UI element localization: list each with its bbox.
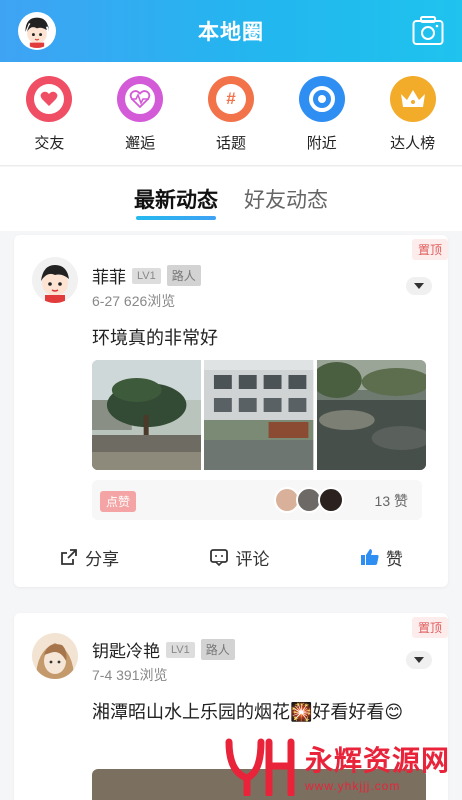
app-header: 本地圈 bbox=[0, 0, 462, 62]
category-topic[interactable]: # 话题 bbox=[191, 62, 271, 165]
feed-tabs: 最新动态 好友动态 bbox=[0, 167, 462, 231]
crown-icon bbox=[389, 76, 436, 122]
liker-avatars[interactable] bbox=[274, 487, 344, 513]
more-options-button[interactable] bbox=[406, 277, 432, 295]
role-badge: 路人 bbox=[200, 639, 235, 660]
like-tag[interactable]: 点赞 bbox=[100, 491, 137, 512]
share-button[interactable]: 分享 bbox=[59, 542, 119, 572]
watermark: 永辉资源网 www.yhkjjj.com bbox=[225, 736, 450, 796]
tab-latest[interactable]: 最新动态 bbox=[134, 184, 218, 220]
pinned-badge: 置顶 bbox=[411, 617, 448, 638]
heart-icon bbox=[26, 76, 73, 122]
photo-grid bbox=[92, 360, 426, 470]
comment-label: 评论 bbox=[235, 549, 270, 569]
category-nearby[interactable]: 附近 bbox=[282, 62, 362, 165]
post-views: 626浏览 bbox=[123, 293, 176, 309]
like-label: 赞 bbox=[385, 549, 403, 569]
category-label: 附近 bbox=[306, 135, 337, 152]
category-bar: 交友 邂逅 # 话题 附近 达人榜 bbox=[0, 62, 462, 166]
heartbeat-icon bbox=[117, 76, 164, 122]
category-label: 达人榜 bbox=[390, 135, 436, 152]
thumbs-up-icon bbox=[360, 549, 379, 565]
post-author: 菲菲 LV1 路人 bbox=[92, 263, 201, 288]
category-encounter[interactable]: 邂逅 bbox=[100, 62, 180, 165]
author-name[interactable]: 钥匙冷艳 bbox=[92, 637, 160, 662]
post-views: 391浏览 bbox=[116, 667, 168, 683]
watermark-url: www.yhkjjj.com bbox=[304, 779, 401, 793]
avatar[interactable] bbox=[32, 257, 78, 303]
post-actions: 分享 评论 赞 bbox=[14, 542, 448, 572]
camera-icon[interactable] bbox=[412, 16, 444, 46]
post-date: 6-27 bbox=[92, 293, 121, 309]
avatar bbox=[318, 487, 344, 513]
post-date: 7-4 bbox=[92, 667, 113, 683]
location-icon bbox=[298, 76, 345, 122]
user-avatar[interactable] bbox=[18, 12, 56, 50]
like-button[interactable]: 赞 bbox=[360, 542, 403, 572]
share-icon bbox=[61, 549, 78, 565]
watermark-logo bbox=[225, 738, 295, 796]
hashtag-icon: # bbox=[207, 76, 254, 122]
tab-friends[interactable]: 好友动态 bbox=[244, 184, 328, 214]
feed-list[interactable]: 置顶 菲菲 LV1 路人 6-27 626浏览 环境真的非常好 点赞 13 赞 … bbox=[0, 231, 462, 800]
post-text: 环境真的非常好 bbox=[92, 328, 218, 348]
more-options-button[interactable] bbox=[406, 651, 432, 669]
post-meta: 7-4 391浏览 bbox=[92, 665, 167, 685]
watermark-title: 永辉资源网 bbox=[304, 745, 450, 776]
page-title: 本地圈 bbox=[198, 21, 264, 44]
role-badge: 路人 bbox=[166, 265, 201, 286]
share-label: 分享 bbox=[85, 549, 120, 569]
level-badge: LV1 bbox=[166, 641, 195, 658]
comment-button[interactable]: 评论 bbox=[209, 542, 269, 572]
category-label: 话题 bbox=[215, 135, 246, 152]
category-label: 交友 bbox=[34, 135, 65, 152]
post-card[interactable]: 置顶 菲菲 LV1 路人 6-27 626浏览 环境真的非常好 点赞 13 赞 … bbox=[14, 235, 448, 587]
post-author: 钥匙冷艳 LV1 路人 bbox=[92, 637, 235, 662]
level-badge: LV1 bbox=[132, 267, 161, 284]
post-photo[interactable] bbox=[204, 360, 314, 470]
like-count: 13 赞 bbox=[374, 493, 408, 509]
post-photo[interactable] bbox=[316, 360, 426, 470]
category-label: 邂逅 bbox=[125, 135, 156, 152]
avatar[interactable] bbox=[32, 633, 78, 679]
post-text: 湘潭昭山水上乐园的烟花🎇好看好看😊 bbox=[92, 702, 404, 722]
post-photo[interactable] bbox=[92, 360, 202, 470]
post-meta: 6-27 626浏览 bbox=[92, 291, 175, 311]
category-dating[interactable]: 交友 bbox=[9, 62, 89, 165]
likes-bar: 点赞 13 赞 bbox=[92, 480, 422, 520]
author-name[interactable]: 菲菲 bbox=[92, 263, 126, 288]
pinned-badge: 置顶 bbox=[411, 239, 448, 260]
category-ranking[interactable]: 达人榜 bbox=[373, 62, 453, 165]
comment-icon bbox=[210, 549, 229, 567]
